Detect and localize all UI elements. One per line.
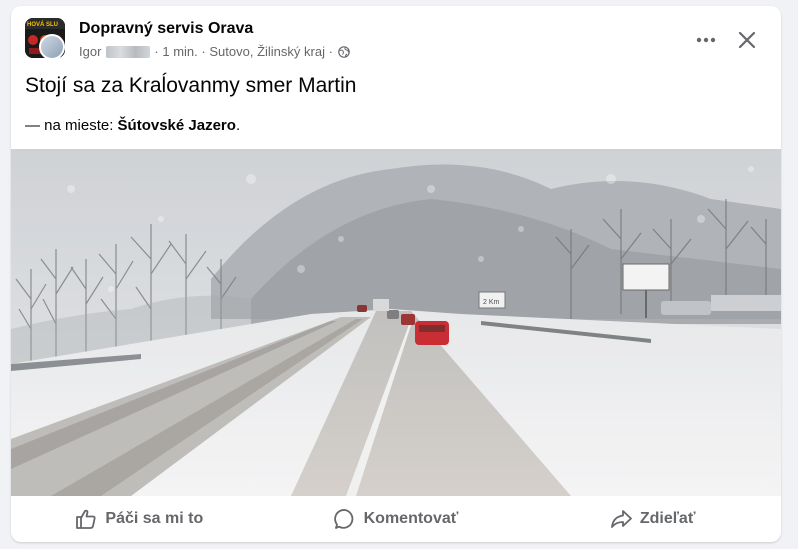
- post-text: Stojí sa za Kraĺovanmy smer Martin: [25, 74, 357, 97]
- close-icon: [738, 31, 756, 49]
- more-horizontal-icon: [696, 37, 716, 43]
- post-actions-bar: Páči sa mi to Komentovať Zdieľať: [11, 496, 781, 542]
- meta-separator: ·: [201, 44, 206, 59]
- meta-separator: ·: [328, 44, 333, 59]
- like-label: Páči sa mi to: [105, 510, 204, 527]
- author-avatar[interactable]: [39, 34, 65, 60]
- post-card: HOVÁ SLU Dopravný servis Orava Igor · 1 …: [11, 6, 781, 542]
- meta-separator: ·: [154, 44, 159, 59]
- post-place[interactable]: Sutovo, Žilinský kraj: [209, 44, 325, 59]
- location-link[interactable]: Šútovské Jazero: [118, 117, 236, 134]
- share-button[interactable]: Zdieľať: [524, 496, 781, 542]
- comment-bubble-icon: [333, 509, 353, 529]
- thumbs-up-icon: [76, 509, 96, 529]
- location-prefix: — na mieste:: [25, 117, 118, 134]
- avatar-lettering: HOVÁ SLU: [27, 21, 58, 28]
- post-time[interactable]: 1 min.: [162, 44, 197, 59]
- post-photo[interactable]: 2 Km: [11, 149, 781, 496]
- comment-button[interactable]: Komentovať: [268, 496, 525, 542]
- close-button[interactable]: [733, 26, 761, 54]
- share-label: Zdieľať: [639, 510, 696, 527]
- share-arrow-icon: [610, 510, 632, 528]
- globe-icon[interactable]: [338, 45, 350, 58]
- post-meta: Igor · 1 min. · Sutovo, Žilinský kraj ·: [79, 44, 350, 59]
- post-location: — na mieste: Šútovské Jazero.: [25, 117, 240, 134]
- location-suffix: .: [235, 117, 241, 134]
- like-button[interactable]: Páči sa mi to: [11, 496, 268, 542]
- page-name-link[interactable]: Dopravný servis Orava: [79, 20, 253, 38]
- snowy-road-photo: 2 Km: [11, 149, 781, 496]
- blurred-surname: [106, 45, 151, 58]
- author-name[interactable]: Igor: [79, 44, 101, 59]
- comment-label: Komentovať: [363, 510, 459, 527]
- post-header: HOVÁ SLU Dopravný servis Orava Igor · 1 …: [11, 6, 781, 66]
- more-options-button[interactable]: [694, 28, 718, 52]
